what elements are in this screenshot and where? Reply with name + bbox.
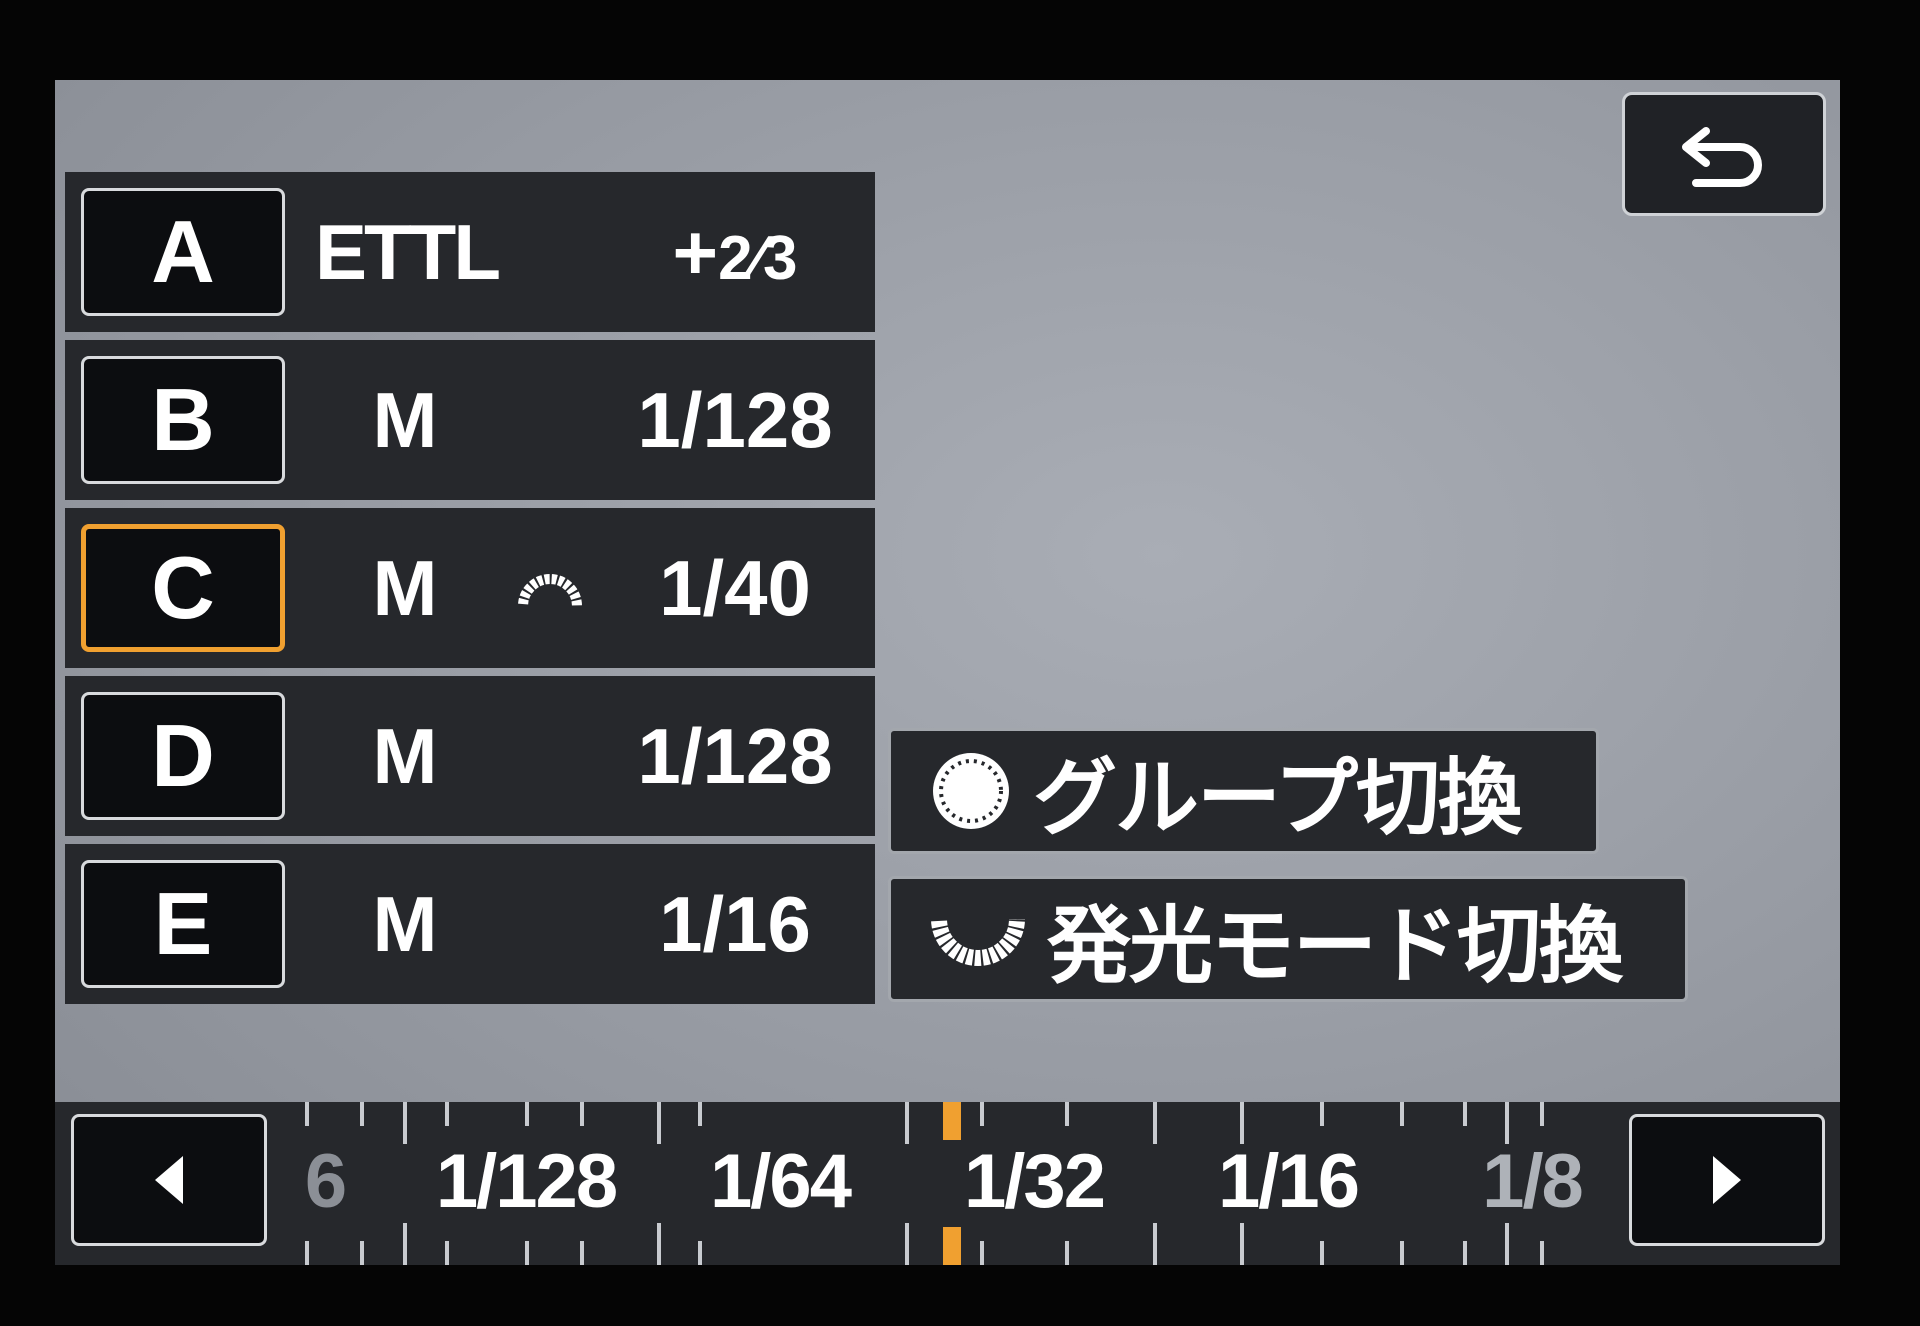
scale-label-1-32[interactable]: 1/32 (964, 1137, 1106, 1227)
group-list: A ETTL +2⁄3 B M 1/128 C M 1/40 D M 1/128… (65, 172, 875, 1012)
scale-ruler[interactable]: 6 1/128 1/64 1/32 1/16 1/8 (285, 1102, 1615, 1265)
group-b-value: 1/128 (637, 376, 833, 464)
group-e-mode: M (372, 880, 438, 968)
group-e-button[interactable]: E (81, 860, 285, 988)
flash-mode-switch-label: 発光モード切換 (1047, 896, 1623, 995)
group-d-mode: M (372, 712, 438, 800)
group-c-mode: M (372, 544, 438, 632)
right-arrow-icon (1713, 1156, 1741, 1204)
group-a-mode: ETTL (315, 208, 501, 296)
group-a-button[interactable]: A (81, 188, 285, 316)
group-a-value-sign: + (672, 208, 719, 296)
scale-label-1-16[interactable]: 1/16 (1218, 1137, 1360, 1227)
group-row-d[interactable]: D M 1/128 (65, 676, 875, 836)
group-row-e[interactable]: E M 1/16 (65, 844, 875, 1004)
scale-label-1-8[interactable]: 1/8 (1482, 1137, 1584, 1227)
scale-label-partial-left[interactable]: 6 (305, 1137, 347, 1227)
left-arrow-icon (155, 1156, 183, 1204)
group-row-c[interactable]: C M 1/40 (65, 508, 875, 668)
prev-button[interactable] (71, 1114, 267, 1246)
scale-label-1-64[interactable]: 1/64 (710, 1137, 852, 1227)
group-d-button[interactable]: D (81, 692, 285, 820)
group-c-value: 1/40 (659, 544, 811, 632)
scale-label-1-128[interactable]: 1/128 (436, 1137, 618, 1227)
current-value-marker-top (943, 1102, 961, 1140)
group-a-value-fraction: 2⁄3 (718, 224, 798, 293)
dial-arc-icon (517, 573, 583, 607)
output-scale-bar: 6 1/128 1/64 1/32 1/16 1/8 (55, 1102, 1840, 1265)
group-c-button[interactable]: C (81, 524, 285, 652)
rear-dial-icon (930, 918, 1026, 967)
group-row-b[interactable]: B M 1/128 (65, 340, 875, 500)
flash-control-screen: A ETTL +2⁄3 B M 1/128 C M 1/40 D M 1/128… (55, 80, 1840, 1265)
group-switch-button[interactable]: グループ切換 (888, 728, 1599, 854)
group-b-button[interactable]: B (81, 356, 285, 484)
return-arrow-icon (1682, 127, 1762, 187)
next-button[interactable] (1629, 1114, 1825, 1246)
group-switch-label: グループ切換 (1033, 748, 1522, 847)
group-b-mode: M (372, 376, 438, 464)
group-e-value: 1/16 (659, 880, 811, 968)
group-row-a[interactable]: A ETTL +2⁄3 (65, 172, 875, 332)
flash-mode-switch-button[interactable]: 発光モード切換 (888, 876, 1688, 1002)
back-button[interactable] (1622, 92, 1826, 216)
group-d-value: 1/128 (637, 712, 833, 800)
current-value-marker-bottom (943, 1227, 961, 1265)
front-dial-icon (933, 753, 1009, 829)
group-a-value: +2⁄3 (605, 172, 865, 332)
